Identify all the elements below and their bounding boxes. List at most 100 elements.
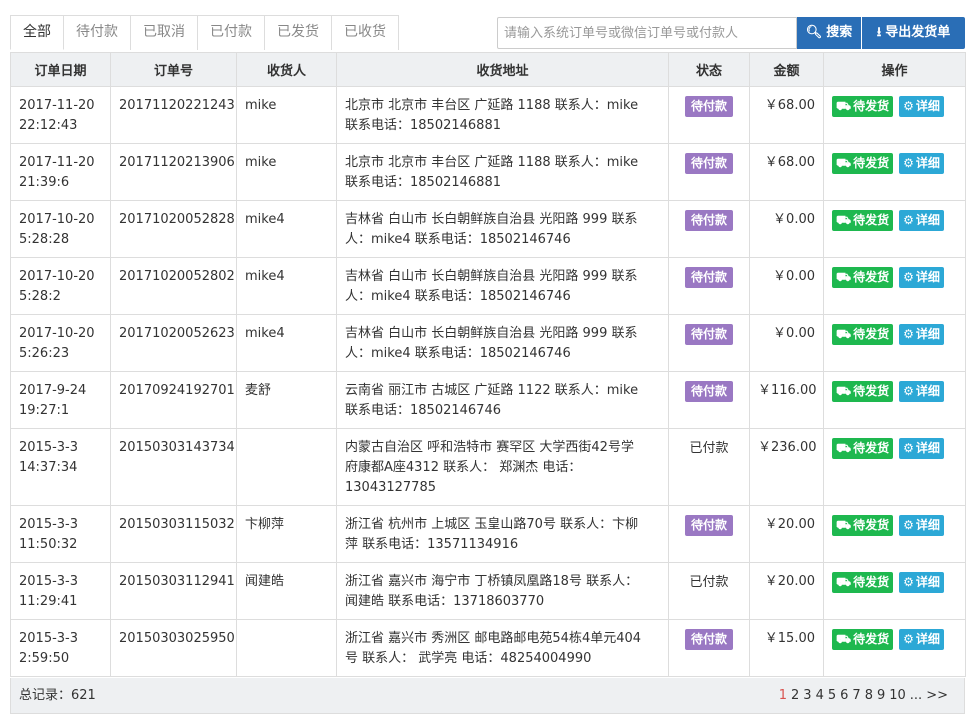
order-no-cell: 20150303143734: [110, 428, 237, 506]
consignee-cell: mike4: [236, 257, 337, 315]
tab-4[interactable]: 已发货: [265, 15, 332, 50]
order-date: 2017-10-20: [19, 212, 95, 227]
actions-cell: ⛟ 待发货 ⚙ 详细: [823, 505, 966, 563]
page-link[interactable]: 5: [828, 678, 836, 714]
status-cell: 待付款: [668, 143, 750, 201]
actions-cell: ⛟ 待发货 ⚙ 详细: [823, 314, 966, 372]
gear-icon: ⚙: [903, 384, 914, 398]
gear-icon: ⚙: [903, 99, 914, 113]
detail-button[interactable]: ⚙ 详细: [899, 515, 944, 536]
ship-button[interactable]: ⛟ 待发货: [832, 572, 894, 593]
order-time: 11:50:32: [19, 537, 78, 552]
order-date: 2017-10-20: [19, 269, 95, 284]
detail-button[interactable]: ⚙ 详细: [899, 438, 944, 459]
actions-cell: ⛟ 待发货 ⚙ 详细: [823, 143, 966, 201]
page-link[interactable]: 10: [889, 678, 906, 714]
page-link[interactable]: 6: [840, 678, 848, 714]
address-line: 吉林省 白山市 长白朝鲜族自治县 光阳路 999 联系: [345, 326, 638, 341]
tab-2[interactable]: 已取消: [131, 15, 198, 50]
address-cell: 北京市 北京市 丰台区 广延路 1188 联系人：mike 联系电话：185021…: [336, 86, 669, 144]
address-cell: 浙江省 杭州市 上城区 玉皇山路70号 联系人：卞柳萍 联系电话：1357113…: [336, 505, 669, 563]
orders-panel: 全部待付款已取消已付款已发货已收货 🔍︎搜索 ⭳导出发货单 订单日期 订单号 收…: [10, 15, 966, 714]
address-line: 浙江省 嘉兴市 海宁市 丁桥镇凤凰路18号 联系人：: [345, 574, 639, 589]
page-link[interactable]: 9: [877, 678, 885, 714]
status-cell: 已付款: [668, 428, 750, 506]
page-link[interactable]: 4: [816, 678, 824, 714]
actions-cell: ⛟ 待发货 ⚙ 详细: [823, 257, 966, 315]
order-time: 2:59:50: [19, 651, 70, 666]
search-input[interactable]: [497, 17, 797, 49]
consignee-cell: mike: [236, 86, 337, 144]
tab-0[interactable]: 全部: [10, 15, 64, 50]
search-button[interactable]: 🔍︎ 搜索: [797, 17, 861, 49]
address-line: 府康都A座4312 联系人： 郑渊杰 电话：: [345, 460, 582, 475]
status-cell: 待付款: [668, 619, 750, 677]
ship-button[interactable]: ⛟ 待发货: [832, 381, 894, 402]
consignee-cell: 卞柳萍: [236, 505, 337, 563]
detail-button[interactable]: ⚙ 详细: [899, 153, 944, 174]
ship-button[interactable]: ⛟ 待发货: [832, 96, 894, 117]
tab-5[interactable]: 已收货: [332, 15, 399, 50]
order-no-cell: 20171020052802: [110, 257, 237, 315]
status-text: 已付款: [689, 441, 729, 456]
date-cell: 2017-10-20 5:28:28: [10, 200, 111, 258]
page-link[interactable]: 1: [779, 678, 787, 714]
date-cell: 2017-11-20 22:12:43: [10, 86, 111, 144]
address-line: 吉林省 白山市 长白朝鲜族自治县 光阳路 999 联系: [345, 212, 638, 227]
status-cell: 待付款: [668, 86, 750, 144]
detail-button[interactable]: ⚙ 详细: [899, 267, 944, 288]
order-time: 5:28:2: [19, 289, 61, 304]
actions-cell: ⛟ 待发货 ⚙ 详细: [823, 86, 966, 144]
detail-button-label: 详细: [915, 156, 940, 170]
address-line: 号 联系人： 武学亮 电话：48254004990: [345, 651, 592, 666]
ship-button[interactable]: ⛟ 待发货: [832, 153, 894, 174]
address-line: 人：mike4 联系电话：18502146746: [345, 289, 571, 304]
status-badge: 待付款: [684, 324, 733, 345]
date-cell: 2017-9-24 19:27:1: [10, 371, 111, 429]
ship-button-label: 待发货: [853, 632, 890, 646]
status-text: 已付款: [689, 575, 729, 590]
status-badge: 待付款: [684, 210, 733, 231]
download-icon: ⭳: [876, 25, 882, 40]
order-no-cell: 20150303115032: [110, 505, 237, 563]
order-date: 2015-3-3: [19, 440, 79, 455]
status-badge: 待付款: [684, 267, 733, 288]
truck-icon: ⛟: [836, 441, 852, 455]
table-footer: 总记录：621 1 2 3 4 5 6 7 8 9 10... >>: [10, 678, 965, 714]
order-date: 2017-9-24: [19, 383, 87, 398]
detail-button[interactable]: ⚙ 详细: [899, 629, 944, 650]
ship-button[interactable]: ⛟ 待发货: [832, 210, 894, 231]
page-link[interactable]: 3: [803, 678, 811, 714]
ship-button[interactable]: ⛟ 待发货: [832, 438, 894, 459]
ship-button[interactable]: ⛟ 待发货: [832, 324, 894, 345]
detail-button-label: 详细: [915, 575, 940, 589]
ship-button-label: 待发货: [853, 213, 890, 227]
amount-cell: ￥116.00: [749, 371, 824, 429]
order-date: 2017-11-20: [19, 98, 95, 113]
gear-icon: ⚙: [903, 575, 914, 589]
detail-button[interactable]: ⚙ 详细: [899, 96, 944, 117]
address-line: 联系电话：18502146746: [345, 403, 501, 418]
export-button[interactable]: ⭳ 导出发货单: [862, 17, 965, 49]
date-cell: 2015-3-3 11:50:32: [10, 505, 111, 563]
page-link[interactable]: 7: [852, 678, 860, 714]
detail-button[interactable]: ⚙ 详细: [899, 381, 944, 402]
next-page-link[interactable]: >>: [926, 678, 948, 714]
amount-cell: ￥15.00: [749, 619, 824, 677]
ship-button[interactable]: ⛟ 待发货: [832, 515, 894, 536]
column-header-date: 订单日期: [10, 52, 111, 87]
consignee-cell: mike4: [236, 200, 337, 258]
page-link[interactable]: 2: [791, 678, 799, 714]
page-link[interactable]: 8: [865, 678, 873, 714]
ship-button[interactable]: ⛟ 待发货: [832, 267, 894, 288]
status-tabs: 全部 待付款 已取消 已付款 已发货 已收货: [10, 15, 399, 50]
tab-3[interactable]: 已付款: [198, 15, 265, 50]
tab-1[interactable]: 待付款: [64, 15, 131, 50]
detail-button[interactable]: ⚙ 详细: [899, 572, 944, 593]
status-cell: 待付款: [668, 257, 750, 315]
detail-button[interactable]: ⚙ 详细: [899, 324, 944, 345]
detail-button-label: 详细: [915, 632, 940, 646]
address-cell: 吉林省 白山市 长白朝鲜族自治县 光阳路 999 联系 人：mike4 联系电话：…: [336, 200, 669, 258]
detail-button[interactable]: ⚙ 详细: [899, 210, 944, 231]
ship-button[interactable]: ⛟ 待发货: [832, 629, 894, 650]
